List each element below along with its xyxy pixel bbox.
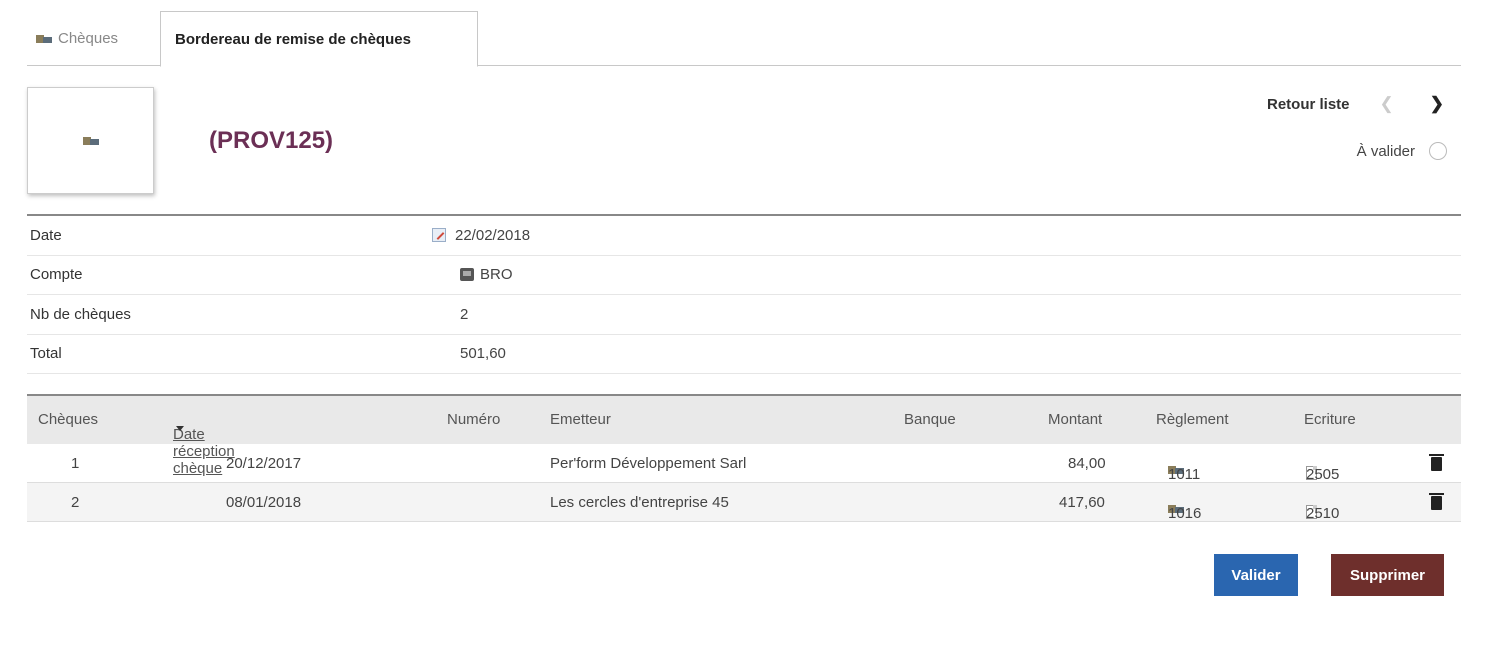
col-ecriture: Ecriture bbox=[1304, 411, 1356, 428]
info-row-total: Total 501,60 bbox=[27, 335, 1461, 374]
row-montant: 84,00 bbox=[1068, 455, 1106, 472]
col-banque: Banque bbox=[904, 411, 956, 428]
edit-icon[interactable] bbox=[432, 228, 446, 243]
info-row-nb-cheques: Nb de chèques 2 bbox=[27, 295, 1461, 335]
tab-cheques[interactable]: Chèques bbox=[27, 11, 160, 66]
row-ecriture: 2510 bbox=[1306, 505, 1340, 522]
row-index: 2 bbox=[71, 494, 80, 511]
tab-cheques-label: Chèques bbox=[58, 30, 119, 47]
info-label: Nb de chèques bbox=[30, 305, 131, 323]
info-label: Total bbox=[30, 345, 62, 363]
cheque-icon bbox=[83, 136, 100, 146]
col-cheques: Chèques bbox=[38, 411, 99, 428]
back-to-list-link[interactable]: Retour liste bbox=[1267, 96, 1350, 113]
info-label: Compte bbox=[30, 266, 83, 284]
compte-value: BRO bbox=[480, 266, 513, 284]
row-reglement: 1011 bbox=[1168, 466, 1201, 483]
cheque-icon bbox=[36, 34, 53, 44]
record-navigation: Retour liste ❮ ❯ bbox=[1267, 94, 1444, 114]
col-reglement: Règlement bbox=[1156, 411, 1229, 428]
previous-record-icon[interactable]: ❮ bbox=[1380, 94, 1394, 114]
info-row-compte: Compte BRO bbox=[27, 256, 1461, 295]
info-label: Date bbox=[30, 226, 62, 244]
table-header: Chèques Date réception chèque Numéro Eme… bbox=[27, 396, 1461, 477]
bank-icon bbox=[460, 268, 474, 282]
info-row-date: Date 22/02/2018 bbox=[27, 216, 1461, 256]
delete-icon[interactable] bbox=[1429, 454, 1444, 471]
status-label: À valider bbox=[1356, 142, 1415, 160]
table-row: 1 20/12/2017 Per'form Développement Sarl… bbox=[27, 444, 1461, 483]
delete-icon[interactable] bbox=[1429, 493, 1444, 510]
tab-bordereau-label: Bordereau de remise de chèques bbox=[175, 30, 411, 48]
record-thumbnail bbox=[27, 87, 154, 194]
row-index: 1 bbox=[71, 455, 80, 472]
page-title: (PROV125) bbox=[209, 127, 334, 154]
col-emetteur: Emetteur bbox=[550, 411, 611, 428]
status-indicator: À valider bbox=[1357, 142, 1447, 160]
col-montant: Montant bbox=[1048, 411, 1103, 428]
status-circle-icon bbox=[1429, 142, 1447, 160]
nb-cheques-value: 2 bbox=[460, 305, 469, 323]
table-row: 2 08/01/2018 Les cercles d'entreprise 45… bbox=[27, 483, 1461, 522]
cheques-table: Chèques Date réception chèque Numéro Eme… bbox=[27, 394, 1461, 522]
col-numero: Numéro bbox=[447, 411, 501, 428]
row-ecriture: 2505 bbox=[1306, 466, 1340, 483]
total-value: 501,60 bbox=[460, 345, 506, 363]
row-emetteur: Per'form Développement Sarl bbox=[550, 455, 747, 472]
tab-bar: Chèques Bordereau de remise de chèques bbox=[27, 11, 1461, 67]
row-montant: 417,60 bbox=[1059, 494, 1105, 511]
valider-button[interactable]: Valider bbox=[1214, 554, 1298, 596]
sort-caret-icon bbox=[176, 426, 184, 431]
row-reglement: 1016 bbox=[1168, 505, 1202, 522]
tab-bordereau[interactable]: Bordereau de remise de chèques bbox=[160, 11, 478, 67]
row-date: 08/01/2018 bbox=[226, 494, 302, 511]
supprimer-button[interactable]: Supprimer bbox=[1331, 554, 1444, 596]
row-date: 20/12/2017 bbox=[226, 455, 302, 472]
next-record-icon[interactable]: ❯ bbox=[1430, 94, 1444, 114]
info-table: Date 22/02/2018 Compte BRO Nb de chèques… bbox=[27, 214, 1461, 374]
date-value: 22/02/2018 bbox=[455, 226, 531, 244]
info-value: 22/02/2018 bbox=[432, 227, 530, 244]
info-value[interactable]: BRO bbox=[460, 266, 513, 283]
row-emetteur: Les cercles d'entreprise 45 bbox=[550, 494, 729, 511]
